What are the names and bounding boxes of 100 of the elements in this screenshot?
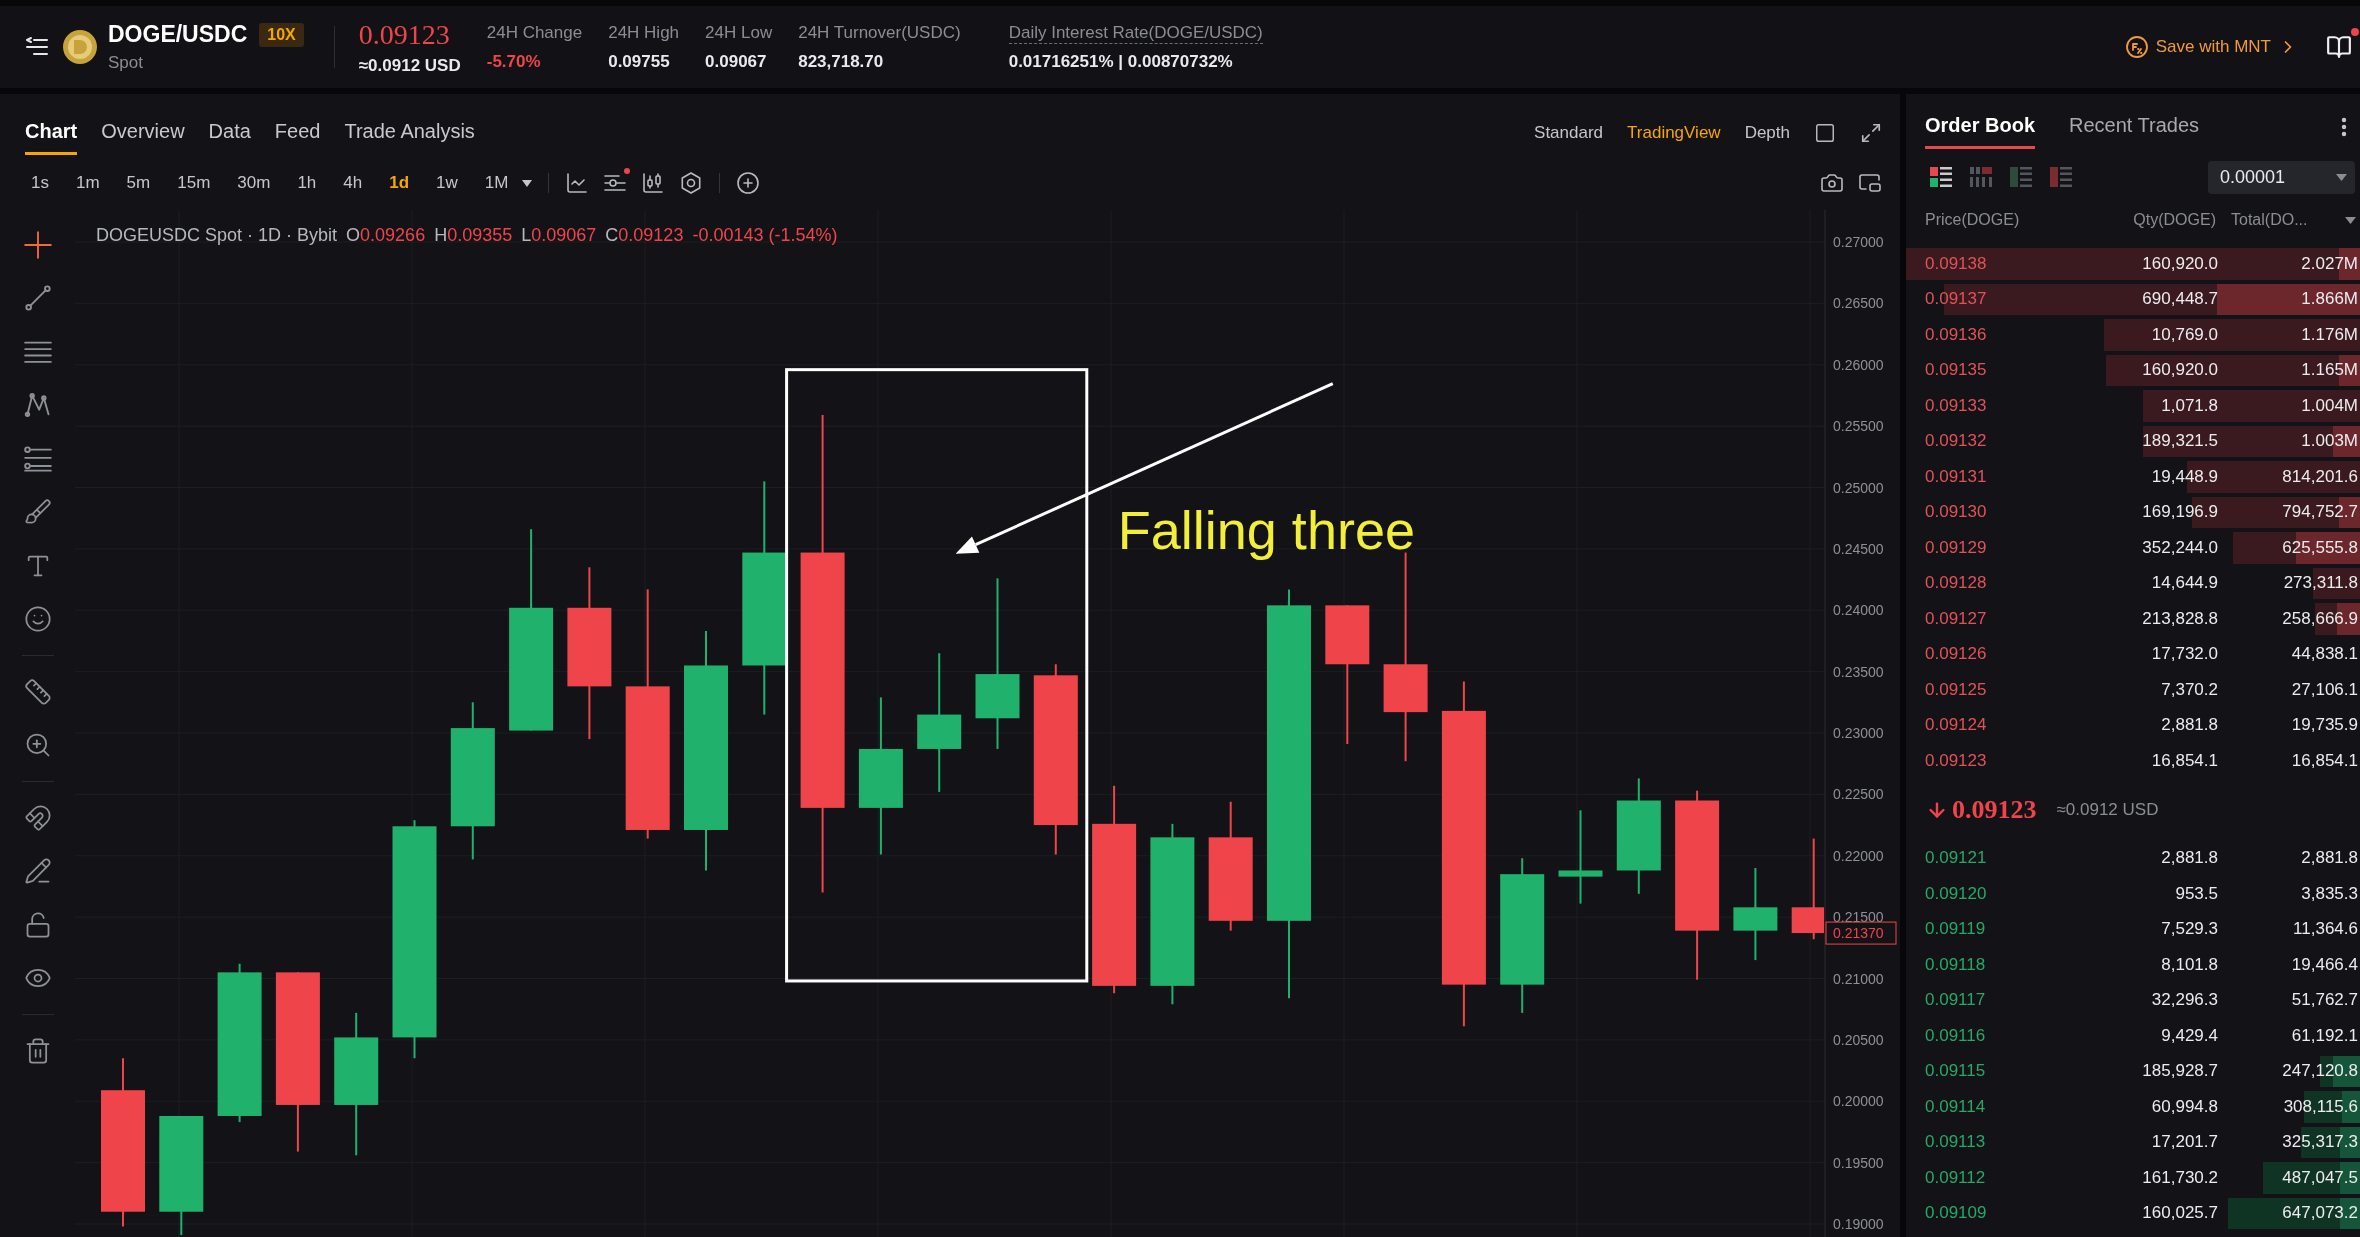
book-tab[interactable]: Recent Trades	[2069, 105, 2200, 149]
order-price[interactable]: 0.09138	[1925, 253, 1987, 274]
order-price[interactable]: 0.09119	[1925, 919, 1986, 940]
book-layout-icon[interactable]	[1929, 165, 1953, 189]
chart-tab[interactable]: Feed	[274, 111, 321, 155]
book-icon[interactable]	[2326, 34, 2352, 60]
mid-price: 0.09123	[1952, 794, 2037, 825]
order-quantity: 10,769.0	[2151, 324, 2218, 345]
order-quantity: 2,881.8	[2161, 848, 2218, 869]
promo-link[interactable]: Save with MNT	[2124, 35, 2298, 59]
stat-value: 0.01716251% | 0.00870732%	[1008, 51, 1234, 72]
order-price[interactable]: 0.09125	[1925, 679, 1987, 700]
last-price: 0.09123	[358, 18, 451, 51]
column-header: Qty(DOGE)	[2132, 211, 2216, 229]
candlestick-icon[interactable]	[641, 171, 666, 195]
caret-icon[interactable]	[522, 179, 533, 187]
order-total: 1.176M	[2301, 324, 2358, 345]
axis-label: 0.26000	[1833, 356, 1884, 373]
order-quantity: 690,448.7	[2142, 289, 2218, 310]
order-price[interactable]: 0.09117	[1925, 990, 1986, 1011]
interval-tab[interactable]: 15m	[177, 171, 211, 195]
order-price[interactable]: 0.09121	[1925, 848, 1987, 869]
view-tab[interactable]: TradingView	[1627, 123, 1721, 143]
square-icon[interactable]	[1814, 122, 1836, 144]
order-quantity: 14,644.9	[2151, 573, 2218, 594]
order-price[interactable]: 0.09128	[1925, 573, 1987, 594]
chart-tab[interactable]: Chart	[25, 111, 78, 155]
interval-tab[interactable]: 1d	[389, 171, 410, 195]
chart-tab[interactable]: Trade Analysis	[344, 111, 475, 155]
order-price[interactable]: 0.09120	[1925, 883, 1987, 904]
column-header: Total(DO...	[2231, 211, 2308, 229]
interval-tab[interactable]: 1w	[436, 171, 458, 195]
view-tab[interactable]: Standard	[1534, 123, 1604, 143]
order-total: 325,317.3	[2282, 1132, 2358, 1153]
order-price[interactable]: 0.09130	[1925, 502, 1987, 523]
order-price[interactable]: 0.09133	[1925, 395, 1987, 416]
magnet-icon[interactable]	[23, 803, 52, 832]
view-tab[interactable]: Depth	[1744, 123, 1790, 143]
coin-icon	[63, 30, 97, 64]
order-total: 19,466.4	[2291, 954, 2358, 975]
stat-label: 24H Low	[705, 22, 773, 44]
caret-icon	[2336, 173, 2347, 181]
order-quantity: 161,730.2	[2142, 1167, 2218, 1188]
pencil-icon[interactable]	[23, 857, 52, 886]
crosshair-icon[interactable]	[23, 230, 52, 259]
order-price[interactable]: 0.09112	[1925, 1167, 1986, 1188]
order-price[interactable]: 0.09124	[1925, 715, 1987, 736]
order-price[interactable]: 0.09109	[1925, 1203, 1987, 1224]
camera-icon[interactable]	[1820, 171, 1844, 195]
caret-icon[interactable]	[2345, 216, 2356, 224]
add-icon[interactable]	[736, 171, 761, 195]
trend-line-icon[interactable]	[23, 284, 52, 313]
book-tab[interactable]: Order Book	[1925, 105, 2036, 149]
order-quantity: 9,429.4	[2161, 1025, 2218, 1046]
order-price[interactable]: 0.09113	[1925, 1132, 1986, 1153]
order-price[interactable]: 0.09126	[1925, 644, 1987, 665]
interval-tab[interactable]: 1s	[31, 171, 49, 195]
axis-label: 0.24500	[1833, 540, 1884, 557]
order-quantity: 7,370.2	[2161, 679, 2218, 700]
order-quantity: 60,994.8	[2151, 1096, 2218, 1117]
line-chart-icon[interactable]	[565, 171, 590, 195]
axis-label: 0.25500	[1833, 418, 1884, 435]
axis-label: 0.23500	[1833, 663, 1884, 680]
zigzag-icon[interactable]	[23, 391, 52, 420]
expand-icon[interactable]	[1860, 122, 1882, 144]
order-price[interactable]: 0.09127	[1925, 608, 1987, 629]
order-price[interactable]: 0.09132	[1925, 431, 1987, 452]
window-icon[interactable]	[1858, 171, 1882, 195]
levels-icon[interactable]	[23, 444, 52, 473]
pair-name[interactable]: DOGE/USDC	[108, 21, 248, 48]
order-total: 1.165M	[2301, 360, 2358, 381]
axis-label: 0.22000	[1833, 847, 1884, 864]
market-type: Spot	[108, 53, 144, 73]
ruler-icon[interactable]	[23, 677, 52, 706]
interval-tab[interactable]: 5m	[126, 171, 151, 195]
order-price[interactable]: 0.09131	[1925, 466, 1987, 487]
order-price[interactable]: 0.09116	[1925, 1025, 1986, 1046]
tick-size-select[interactable]: 0.00001	[2208, 160, 2355, 194]
axis-label: 0.20000	[1833, 1093, 1884, 1110]
order-price[interactable]: 0.09118	[1925, 954, 1986, 975]
interval-tab[interactable]: 4h	[343, 171, 363, 195]
order-price[interactable]: 0.09114	[1925, 1096, 1986, 1117]
order-quantity: 213,828.8	[2142, 608, 2218, 629]
interval-tab[interactable]: 1M	[484, 171, 509, 195]
order-price[interactable]: 0.09136	[1925, 324, 1987, 345]
smile-icon[interactable]	[23, 605, 52, 634]
stat-label: 24H Turnover(USDC)	[798, 22, 961, 44]
order-quantity: 169,196.9	[2142, 502, 2218, 523]
ohlc-value: C0.09123	[605, 225, 684, 246]
chart-tab[interactable]: Overview	[101, 111, 185, 155]
interval-tab[interactable]: 30m	[237, 171, 271, 195]
order-price[interactable]: 0.09135	[1925, 360, 1987, 381]
chart-tab[interactable]: Data	[208, 111, 251, 155]
interval-tab[interactable]: 1m	[75, 171, 100, 195]
order-price[interactable]: 0.09123	[1925, 750, 1987, 771]
settings-icon[interactable]	[679, 171, 704, 195]
order-price[interactable]: 0.09115	[1925, 1061, 1986, 1082]
order-price[interactable]: 0.09137	[1925, 289, 1987, 310]
interval-tab[interactable]: 1h	[297, 171, 317, 195]
order-price[interactable]: 0.09129	[1925, 537, 1987, 558]
